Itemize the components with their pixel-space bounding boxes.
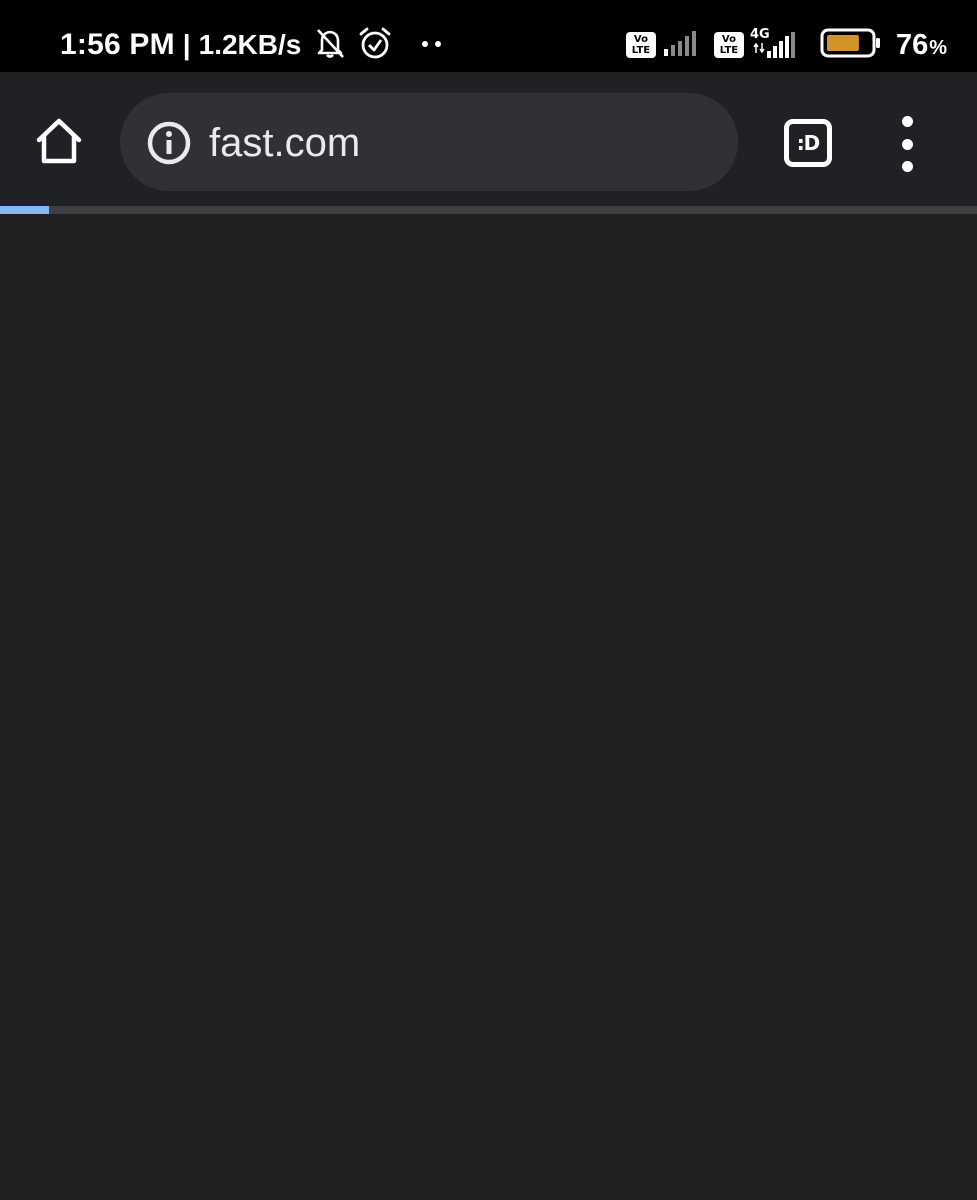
browser-toolbar: fast.com :D bbox=[0, 72, 977, 206]
volte-badge-sim1: Vo LTE bbox=[625, 32, 656, 58]
alarm-icon bbox=[357, 25, 393, 66]
notification-icons bbox=[313, 25, 443, 66]
battery-icon bbox=[820, 28, 882, 63]
menu-dot bbox=[901, 138, 913, 150]
browser-screen: 1:56 PM | 1.2KB/s Vo LTE Vo LTE 4G 76 % … bbox=[0, 0, 977, 1200]
more-dots-icon bbox=[421, 36, 443, 54]
url-text[interactable]: fast.com bbox=[209, 93, 360, 193]
home-icon bbox=[36, 118, 82, 164]
info-icon[interactable] bbox=[146, 120, 192, 166]
network-speed: 1.2KB/s bbox=[198, 29, 302, 60]
tab-switcher-button[interactable]: :D bbox=[784, 119, 832, 167]
page-load-progress bbox=[0, 206, 977, 214]
clock: 1:56 PM bbox=[60, 28, 175, 61]
sim2-indicator: Vo LTE 4G bbox=[713, 27, 798, 64]
signal-4g: 4G bbox=[750, 27, 798, 64]
signal-bars-icon bbox=[662, 29, 700, 62]
bell-off-icon bbox=[313, 26, 347, 65]
address-bar[interactable]: fast.com bbox=[120, 93, 738, 191]
sim1-indicator: Vo LTE bbox=[625, 29, 700, 62]
signal-bars-icon bbox=[752, 31, 798, 64]
menu-dot bbox=[901, 161, 913, 172]
status-bar: 1:56 PM | 1.2KB/s Vo LTE Vo LTE 4G 76 % bbox=[0, 0, 977, 72]
more-vert-icon[interactable] bbox=[884, 116, 930, 172]
menu-dot bbox=[901, 116, 913, 127]
volte-badge-sim2: Vo LTE bbox=[713, 32, 744, 58]
page-content bbox=[0, 214, 977, 1200]
status-separator: | bbox=[182, 29, 191, 60]
home-button[interactable] bbox=[28, 110, 90, 172]
battery-percentage: 76% bbox=[895, 28, 947, 61]
page-load-progress-fill bbox=[0, 206, 49, 214]
